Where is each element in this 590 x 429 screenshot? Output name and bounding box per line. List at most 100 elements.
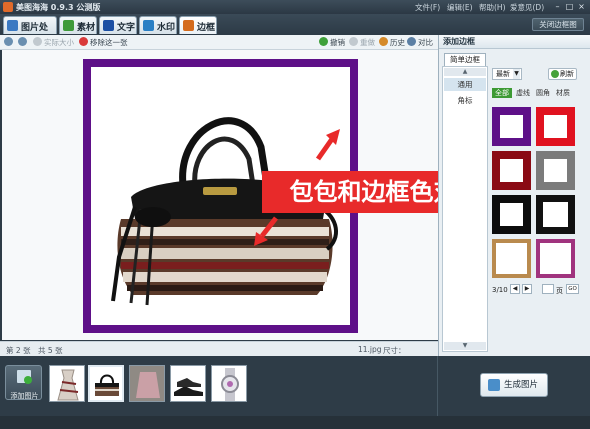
next-page-icon[interactable]: ▶ [522, 284, 532, 294]
thumbnail-watch[interactable] [211, 365, 247, 402]
tab-simple-frame[interactable]: 简单边框 [444, 53, 486, 66]
window-title: 美图海海 0.9.3 公测版 [16, 3, 101, 12]
tab-frame[interactable]: 边框 [179, 16, 217, 34]
actual-size-button[interactable]: 实际大小 [33, 37, 74, 48]
history-label: 历史 [390, 38, 405, 47]
filter-dashed[interactable]: 虚线 [514, 88, 532, 98]
actual-size-label: 实际大小 [44, 38, 74, 47]
tab-label: 边框 [197, 23, 216, 33]
tab-label: 水印 [157, 23, 176, 33]
tab-watermark[interactable]: 水印 [139, 16, 177, 34]
close-window-button[interactable]: × [577, 2, 586, 11]
watch-thumbnail-image [221, 368, 239, 401]
redo-label: 重做 [360, 38, 375, 47]
sort-dropdown[interactable]: 最新 ▼ [492, 68, 522, 80]
frame-swatch-wood[interactable] [492, 239, 531, 278]
page-unit-label: 页 [556, 287, 563, 295]
redo-icon [349, 37, 358, 46]
go-page-button[interactable]: GO [566, 284, 579, 294]
thumbnail-shoes[interactable] [170, 365, 206, 402]
current-image-index: 第 2 张 [6, 346, 31, 355]
frame-swatch-red[interactable] [536, 107, 575, 146]
undo-button[interactable]: 撤销 [319, 37, 345, 48]
frame-swatch-black[interactable] [492, 195, 531, 234]
refresh-button[interactable]: 刷新 [548, 68, 577, 80]
history-button[interactable]: 历史 [379, 37, 405, 48]
compare-icon [407, 37, 416, 46]
sort-value: 最新 [496, 70, 510, 78]
generate-label: 生成图片 [503, 380, 538, 390]
menu-help[interactable]: 帮助(H) [479, 2, 506, 13]
undo-label: 撤销 [330, 38, 345, 47]
menu-edit[interactable]: 编辑(E) [447, 2, 473, 13]
compare-label: 对比 [418, 38, 433, 47]
remove-image-button[interactable]: 移除这一张 [79, 37, 128, 48]
file-name: 11.jpg [358, 345, 382, 354]
thumbnail-skirt[interactable] [129, 365, 165, 402]
scroll-up-icon[interactable]: ▲ [444, 68, 486, 76]
frame-swatch-black-thin[interactable] [536, 195, 575, 234]
prev-page-icon[interactable]: ◀ [510, 284, 520, 294]
category-general[interactable]: 通用 [444, 78, 486, 91]
frame-icon [183, 20, 194, 31]
skirt-thumbnail-image [130, 366, 164, 401]
frame-swatch-dark-red[interactable] [492, 151, 531, 190]
page-indicator: 3/10 [492, 286, 508, 294]
redo-button[interactable]: 重做 [349, 37, 375, 48]
undo-icon [319, 37, 328, 46]
total-images: 共 5 张 [38, 346, 63, 355]
watermark-icon [143, 20, 154, 31]
refresh-icon [551, 70, 559, 78]
tab-material[interactable]: 素材 [59, 16, 97, 34]
filter-all[interactable]: 全部 [492, 88, 512, 98]
tab-label: 文字 [117, 23, 136, 33]
history-icon [379, 37, 388, 46]
menu-file[interactable]: 文件(F) [415, 2, 440, 13]
refresh-label: 刷新 [560, 70, 574, 78]
annotation-arrow-up-icon [315, 129, 340, 161]
menu-feedback[interactable]: 爱意见(D) [510, 2, 544, 13]
image-icon [7, 20, 18, 31]
thumbnail-handbag[interactable] [88, 365, 124, 402]
tab-text[interactable]: 文字 [99, 16, 137, 34]
remove-icon [79, 37, 88, 46]
canvas-toolbar: 实际大小 移除这一张 撤销 重做 历史 对比 [0, 35, 438, 50]
category-corner[interactable]: 角标 [444, 94, 486, 107]
shoes-thumbnail-image [174, 378, 203, 396]
filter-texture[interactable]: 材质 [554, 88, 572, 98]
frame-swatch-pink[interactable] [536, 239, 575, 278]
frame-swatch-purple[interactable] [492, 107, 531, 146]
thumbnail-dress[interactable] [49, 365, 85, 402]
page-number-input[interactable] [542, 284, 554, 294]
close-frame-view-button[interactable]: 关闭边框图 [532, 18, 584, 31]
zoom-in-icon[interactable] [4, 37, 15, 48]
app-logo-icon [3, 2, 13, 12]
main-tab-bar: 图片处理 素材 文字 水印 边框 [0, 14, 590, 46]
tab-image-processing[interactable]: 图片处理 [3, 16, 57, 46]
dress-thumbnail-image [57, 369, 79, 401]
chevron-down-icon: ▼ [513, 69, 520, 79]
generate-icon [488, 379, 500, 391]
bottom-strip [0, 416, 590, 429]
handbag-thumbnail-image [95, 374, 119, 396]
frame-swatch-gray[interactable] [536, 151, 575, 190]
filter-rounded[interactable]: 圆角 [534, 88, 552, 98]
add-image-label: 添加图片 [10, 392, 39, 400]
scroll-down-icon[interactable]: ▼ [444, 342, 486, 350]
minimize-button[interactable]: – [553, 2, 562, 11]
text-icon [103, 20, 114, 31]
status-bar: 第 2 张 共 5 张 11.jpg 尺寸：500x500 [0, 341, 438, 365]
title-bar: 美图海海 0.9.3 公测版 文件(F) 编辑(E) 帮助(H) 爱意见(D) … [0, 0, 590, 14]
zoom-out-icon[interactable] [18, 37, 29, 48]
add-image-button[interactable]: 添加图片 [5, 365, 42, 400]
add-image-icon [17, 370, 32, 384]
remove-image-label: 移除这一张 [90, 38, 128, 47]
maximize-button[interactable]: □ [565, 2, 574, 11]
frame-category-list: ▲ 通用 角标 ▼ [442, 66, 488, 352]
compare-button[interactable]: 对比 [407, 37, 433, 48]
frame-panel: 添加边框 简单边框 ▲ 通用 角标 ▼ 最新 ▼ 刷新 全部 虚线 圆角 材质 … [438, 35, 590, 356]
tab-label: 素材 [77, 23, 96, 33]
annotation-arrow-down-icon [254, 216, 278, 246]
generate-image-button[interactable]: 生成图片 [480, 373, 548, 397]
bottom-divider [437, 356, 438, 416]
